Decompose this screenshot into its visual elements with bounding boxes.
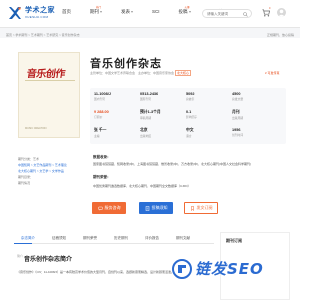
nav-publish[interactable]: 发表 [121, 9, 133, 15]
detail-tabs: 杂志简介 征稿须知 期刊荣誉 历史期刊 评价报告 期刊文献 [14, 234, 214, 244]
breadcrumb-note: 正规期刊，放心投稿 [266, 33, 294, 37]
honors-label: 期刊荣誉： [93, 175, 111, 179]
nav-badge-hot: 热门 [96, 6, 102, 9]
logo-name-en: XUESHU.COM [25, 15, 49, 19]
nav-badge-fire: 火爆 [184, 6, 190, 9]
guide-button[interactable]: 投稿须知 [139, 202, 173, 214]
info-cell: 0.1 影响因子 [186, 110, 198, 119]
document-icon [145, 205, 149, 211]
info-cell: 张 千一 主编 [94, 128, 107, 138]
search-icon[interactable] [243, 11, 248, 17]
info-cell: ¥ 288.00 订阅价 [94, 110, 109, 119]
tab-honors[interactable]: 期刊荣誉 [83, 236, 97, 241]
watermark-logo-icon [172, 258, 192, 279]
watermark: 链发SEO [172, 258, 264, 279]
subscribe-button[interactable]: 发文订阅 [184, 202, 218, 214]
bookmark-icon [190, 205, 194, 211]
info-grid: 11-1008/J 国内刊号 0513-2436 国际刊号 5092 总被引 4500… [90, 88, 286, 144]
logo-name-cn: 学术之家 [25, 7, 55, 14]
info-cell: 中文 语言 [186, 128, 194, 138]
side-info: 期刊分类：艺术 中国知网 > 文艺作品期刊 > 艺术理论 北大核心期刊 > 文艺… [18, 156, 84, 186]
header: 学术之家 XUESHU.COM 首页 热门期刊 发表 SCI 火爆投稿 出版社 … [0, 0, 300, 28]
chevron-down-icon [188, 10, 191, 13]
core-badge: 北大核心 [175, 70, 192, 76]
info-cell: 预计1-3个月 审稿周期 [140, 110, 161, 120]
nav-submit[interactable]: 火爆 投稿 [179, 6, 191, 15]
user-avatar-icon[interactable] [277, 8, 286, 17]
info-cell: 0513-2436 国际刊号 [140, 92, 159, 101]
breadcrumb[interactable]: 首页 > 学术期刊 > 艺术期刊 > 艺术研究 > 音乐创作杂志 [6, 33, 80, 37]
journal-meta: 主管单位：中国文学艺术界联合会 主办单位：中国音乐家协会 北大核心 [90, 70, 192, 76]
subscribe-panel-title: 期刊订阅 [226, 238, 242, 243]
nav-home[interactable]: 首页 [62, 9, 71, 15]
logo-text: 学术之家 XUESHU.COM [25, 7, 55, 19]
cover-divider [25, 80, 75, 81]
info-cell: 5092 总被引 [186, 92, 195, 101]
collections-label: 数据收录： [93, 155, 111, 159]
chevron-down-icon [100, 10, 102, 13]
info-cell: 月刊 出版周期 [232, 110, 244, 120]
side-info-line: 期刊情况 [18, 181, 31, 185]
info-cell: 北京 出版地区 [140, 128, 152, 138]
content-title: 音乐创作杂志简介 [24, 256, 73, 263]
cover-subtitle: MUSIC CREATION [25, 127, 47, 130]
info-cell: 1956 创刊时间 [232, 128, 244, 137]
logo-icon [8, 6, 22, 20]
tab-literature[interactable]: 期刊文献 [176, 236, 190, 241]
chevron-down-icon [131, 10, 133, 13]
content-label: 简介 [17, 254, 24, 258]
tab-history[interactable]: 历史期刊 [114, 236, 128, 241]
search-box [202, 9, 252, 18]
site-logo[interactable]: 学术之家 XUESHU.COM [8, 6, 55, 20]
cover-title: 音乐创作 [25, 69, 66, 80]
chat-icon [97, 206, 103, 210]
tab-guidelines[interactable]: 征稿须知 [52, 236, 66, 241]
tab-intro[interactable]: 杂志简介 [21, 236, 35, 241]
info-cell: 4500 总发文量 [232, 92, 244, 101]
info-cell: 11-1008/J 国内刊号 [94, 92, 111, 101]
nav-sci[interactable]: SCI [152, 9, 160, 15]
cart-count: 0 [269, 7, 271, 10]
honors-list: 中国优秀期刊遴选数据库、北大核心期刊、中国期刊全文数据库（CJFD） [93, 184, 191, 188]
journal-cover: 音乐创作 MUSIC CREATION [18, 52, 80, 138]
cart-icon[interactable] [262, 9, 270, 17]
consult-button[interactable]: 服务咨询 [92, 202, 126, 214]
search-input[interactable] [207, 11, 243, 17]
collections-list: 国家图书馆馆藏、知网收录(中)、上海图书馆馆藏、维普收录(中)、万方收录(中)、… [93, 162, 251, 166]
tab-report[interactable]: 评价报告 [145, 236, 159, 241]
watermark-text: 链发SEO [195, 260, 264, 278]
nav-journals[interactable]: 热门 期刊 [90, 6, 102, 15]
journal-title: 音乐创作杂志 [90, 57, 162, 70]
meta-right: ¥ 可发传真 [265, 71, 280, 75]
active-tab-indicator [14, 243, 32, 244]
